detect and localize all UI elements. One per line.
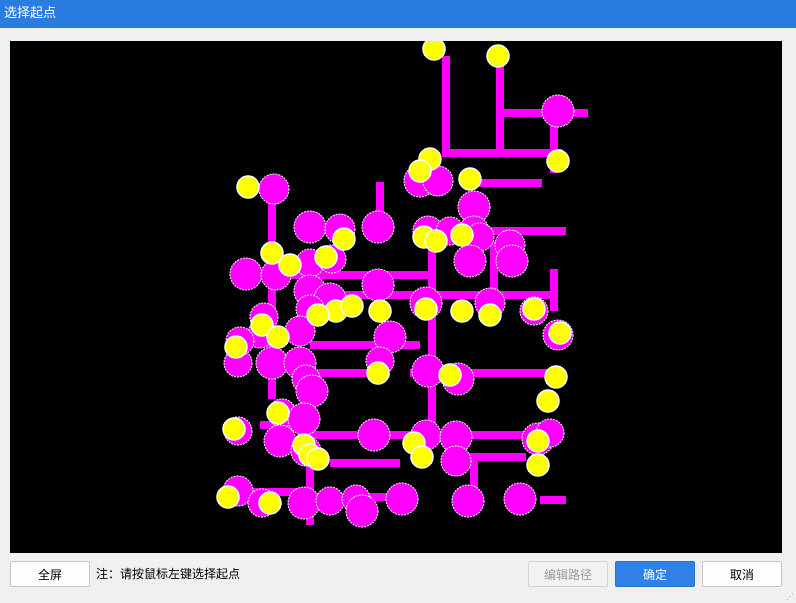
selected-node[interactable] bbox=[236, 175, 260, 199]
selected-node[interactable] bbox=[266, 325, 290, 349]
path-segment bbox=[550, 269, 558, 311]
selected-node[interactable] bbox=[548, 321, 572, 345]
selected-node[interactable] bbox=[314, 245, 338, 269]
selected-node[interactable] bbox=[410, 445, 434, 469]
graph-node[interactable] bbox=[255, 346, 289, 380]
resize-grip-icon[interactable]: ⋰ bbox=[786, 593, 794, 601]
selected-node[interactable] bbox=[458, 167, 482, 191]
graph-node[interactable] bbox=[385, 482, 419, 516]
graph-node[interactable] bbox=[453, 244, 487, 278]
graph-node[interactable] bbox=[361, 210, 395, 244]
selected-node[interactable] bbox=[478, 303, 502, 327]
selected-node[interactable] bbox=[526, 453, 550, 477]
selected-node[interactable] bbox=[222, 417, 246, 441]
selected-node[interactable] bbox=[546, 149, 570, 173]
window-title-bar: 选择起点 bbox=[0, 0, 796, 28]
graph-node[interactable] bbox=[287, 402, 321, 436]
selected-node[interactable] bbox=[306, 447, 330, 471]
selected-node[interactable] bbox=[266, 401, 290, 425]
graph-node[interactable] bbox=[315, 486, 345, 516]
hint-text: 注：请按鼠标左键选择起点 bbox=[96, 567, 241, 581]
selected-node[interactable] bbox=[526, 429, 550, 453]
graph-node[interactable] bbox=[440, 445, 472, 477]
fullscreen-button[interactable]: 全屏 bbox=[10, 561, 90, 587]
selected-node[interactable] bbox=[414, 297, 438, 321]
graph-node[interactable] bbox=[295, 374, 329, 408]
graph-node[interactable] bbox=[451, 484, 485, 518]
graph-node[interactable] bbox=[495, 244, 529, 278]
bottom-toolbar: 全屏 注：请按鼠标左键选择起点 编辑路径 确定 取消 bbox=[0, 558, 796, 590]
path-segment bbox=[442, 149, 562, 157]
selected-node[interactable] bbox=[486, 44, 510, 68]
selected-node[interactable] bbox=[368, 299, 392, 323]
selected-node[interactable] bbox=[424, 229, 448, 253]
graph-node[interactable] bbox=[357, 418, 391, 452]
window-title: 选择起点 bbox=[4, 6, 57, 21]
graph-node[interactable] bbox=[258, 173, 290, 205]
path-segment bbox=[496, 56, 504, 156]
graph-node[interactable] bbox=[345, 494, 379, 528]
selected-node[interactable] bbox=[536, 389, 560, 413]
selected-node[interactable] bbox=[450, 223, 474, 247]
selected-node[interactable] bbox=[544, 365, 568, 389]
graph-svg[interactable] bbox=[10, 41, 782, 553]
selected-node[interactable] bbox=[450, 299, 474, 323]
selected-node[interactable] bbox=[340, 294, 364, 318]
graph-node[interactable] bbox=[541, 94, 575, 128]
edit-path-button[interactable]: 编辑路径 bbox=[528, 561, 608, 587]
confirm-button[interactable]: 确定 bbox=[615, 561, 695, 587]
graph-node[interactable] bbox=[287, 486, 321, 520]
selected-node[interactable] bbox=[422, 41, 446, 61]
path-segment bbox=[442, 56, 450, 156]
graph-node[interactable] bbox=[361, 268, 395, 302]
selected-node[interactable] bbox=[278, 253, 302, 277]
graph-node[interactable] bbox=[293, 210, 327, 244]
path-segment bbox=[330, 459, 400, 467]
selected-node[interactable] bbox=[408, 159, 432, 183]
graph-node[interactable] bbox=[503, 482, 537, 516]
graph-canvas[interactable] bbox=[10, 41, 782, 553]
path-segment bbox=[540, 496, 566, 504]
graph-node[interactable] bbox=[229, 257, 263, 291]
path-segment bbox=[428, 231, 436, 431]
selected-node[interactable] bbox=[438, 363, 462, 387]
selected-node[interactable] bbox=[332, 227, 356, 251]
selected-node[interactable] bbox=[306, 303, 330, 327]
selected-node[interactable] bbox=[224, 335, 248, 359]
selected-node[interactable] bbox=[366, 361, 390, 385]
selected-node[interactable] bbox=[258, 491, 282, 515]
selected-node[interactable] bbox=[522, 297, 546, 321]
selected-node[interactable] bbox=[216, 485, 240, 509]
cancel-button[interactable]: 取消 bbox=[702, 561, 782, 587]
